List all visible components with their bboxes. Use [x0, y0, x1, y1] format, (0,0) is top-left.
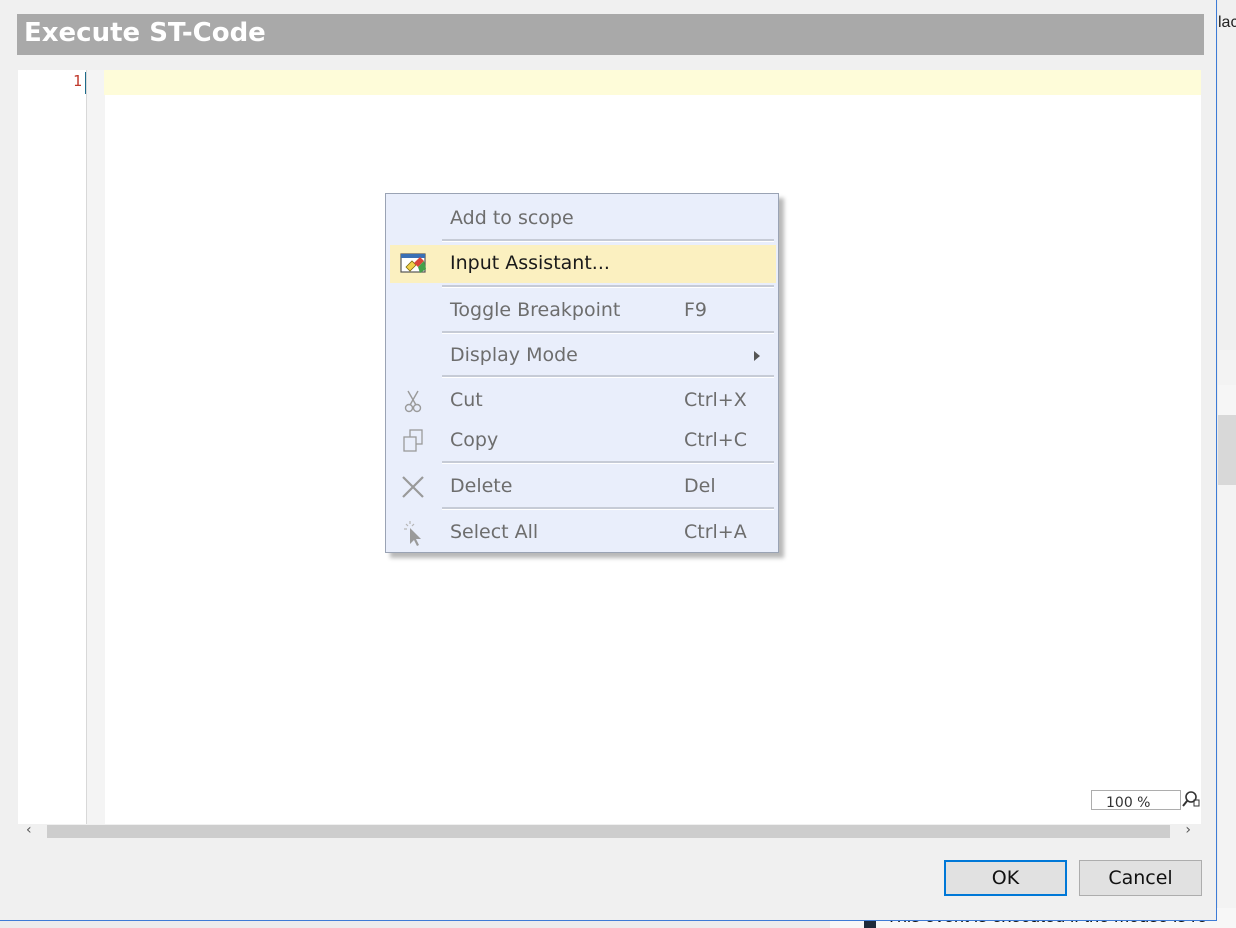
menu-item-label: Toggle Breakpoint	[450, 299, 621, 321]
menu-item-copy[interactable]: Copy Ctrl+C	[390, 422, 776, 460]
scroll-right-icon[interactable]: ›	[1185, 822, 1191, 838]
menu-item-cut[interactable]: Cut Ctrl+X	[390, 382, 776, 420]
line-number: 1	[72, 72, 82, 90]
menu-separator	[442, 375, 774, 378]
menu-item-display-mode[interactable]: Display Mode	[390, 337, 776, 375]
menu-item-input-assistant[interactable]: Input Assistant...	[390, 245, 776, 283]
zoom-level-box[interactable]: 100 %	[1091, 790, 1181, 810]
menu-item-delete[interactable]: Delete Del	[390, 468, 776, 506]
zoom-button[interactable]	[1181, 790, 1201, 808]
menu-separator	[442, 461, 774, 464]
menu-item-label: Add to scope	[450, 207, 574, 229]
menu-separator	[442, 285, 774, 288]
cancel-button[interactable]: Cancel	[1079, 860, 1202, 896]
ok-button[interactable]: OK	[944, 860, 1067, 896]
menu-separator	[442, 239, 774, 242]
background-panel-region	[1218, 0, 1236, 350]
submenu-arrow-icon	[754, 351, 760, 361]
menu-item-shortcut: Ctrl+C	[684, 429, 747, 451]
scroll-left-icon[interactable]: ‹	[26, 822, 32, 838]
menu-item-label: Copy	[450, 429, 499, 451]
menu-item-label: Display Mode	[450, 344, 578, 366]
menu-item-shortcut: F9	[684, 299, 708, 321]
breakpoint-margin[interactable]	[86, 70, 105, 824]
dialog-title: Execute ST-Code	[24, 18, 266, 48]
menu-item-label: Delete	[450, 475, 513, 497]
menu-item-shortcut: Ctrl+X	[684, 389, 747, 411]
scissors-icon	[400, 388, 426, 414]
zoom-level-value: 100 %	[1106, 795, 1151, 810]
horizontal-scrollbar[interactable]: ‹ ›	[18, 822, 1201, 839]
background-text-fragment: lac	[1218, 14, 1236, 31]
background-panel-region	[1218, 415, 1236, 485]
input-assistant-icon	[400, 251, 426, 277]
menu-item-add-to-scope[interactable]: Add to scope	[390, 200, 776, 238]
current-line-highlight[interactable]	[104, 70, 1201, 95]
delete-x-icon	[400, 474, 426, 500]
menu-item-label: Select All	[450, 521, 539, 543]
background-panel-region	[1218, 385, 1236, 415]
background-app-panel: lac	[1218, 0, 1236, 928]
dialog-title-bar: Execute ST-Code	[17, 14, 1204, 55]
copy-icon	[400, 428, 426, 454]
scrollbar-thumb[interactable]	[47, 825, 1170, 838]
select-all-icon	[400, 520, 426, 546]
menu-item-select-all[interactable]: Select All Ctrl+A	[390, 514, 776, 552]
menu-item-label: Input Assistant...	[450, 252, 610, 274]
menu-separator	[442, 331, 774, 334]
menu-item-shortcut: Ctrl+A	[684, 521, 747, 543]
menu-item-shortcut: Del	[684, 475, 716, 497]
context-menu: Add to scope Input Assistant... Toggle B…	[385, 193, 779, 553]
menu-separator	[442, 507, 774, 510]
line-number-gutter: 1	[18, 70, 86, 824]
menu-item-toggle-breakpoint[interactable]: Toggle Breakpoint F9	[390, 292, 776, 330]
magnifier-icon	[1182, 791, 1200, 807]
menu-item-label: Cut	[450, 389, 483, 411]
